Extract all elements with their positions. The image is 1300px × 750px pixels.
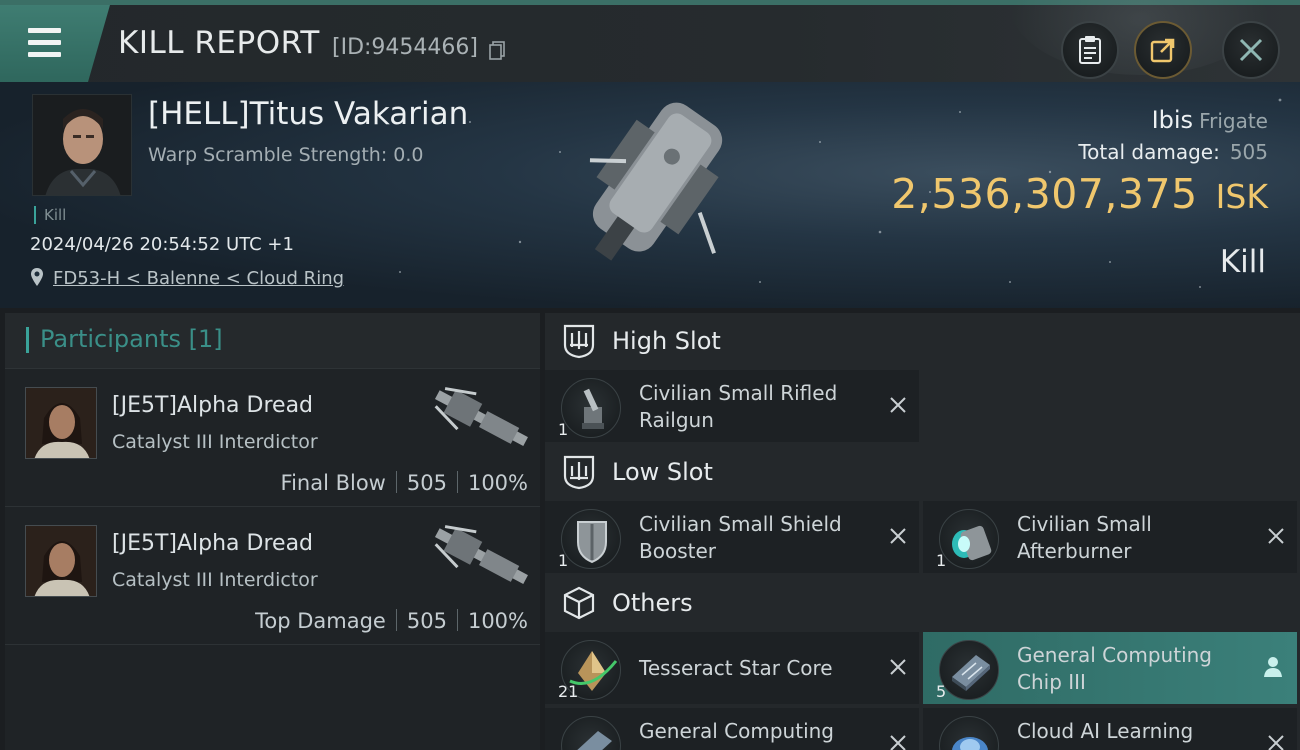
destroyed-x-icon <box>890 528 906 544</box>
menu-button[interactable] <box>0 5 110 82</box>
module-item[interactable]: 1 Civilian Small Rifled Railgun <box>545 370 919 442</box>
cube-icon <box>563 586 595 620</box>
warp-scramble-text: Warp Scramble Strength: 0.0 <box>148 144 424 166</box>
victim-banner: [HELL]Titus Vakarian Warp Scramble Stren… <box>0 82 1300 308</box>
participant-name[interactable]: [JE5T]Alpha Dread <box>112 531 313 556</box>
railgun-icon <box>561 378 621 438</box>
low-slot-icon <box>563 455 595 490</box>
menu-icon <box>28 28 61 33</box>
location-link[interactable]: FD53-H < Balenne < Cloud Ring <box>53 268 344 289</box>
close-icon <box>1239 38 1263 62</box>
participant-ship-image <box>434 387 528 447</box>
person-icon <box>1264 657 1282 677</box>
participants-title: Participants [1] <box>40 325 223 353</box>
computing-chip-icon <box>561 716 621 750</box>
victim-name[interactable]: [HELL]Titus Vakarian <box>148 96 468 132</box>
cargo-item[interactable]: 21 Tesseract Star Core <box>545 632 919 704</box>
isk-unit: ISK <box>1215 177 1268 216</box>
participant-row[interactable]: [JE5T]Alpha Dread Catalyst III Interdict… <box>5 507 540 645</box>
ship-name[interactable]: Ibis <box>1152 106 1193 134</box>
shield-booster-icon <box>561 509 621 569</box>
participant-avatar <box>25 387 97 459</box>
copy-icon[interactable] <box>489 41 505 60</box>
item-name: Civilian Small Rifled Railgun <box>639 381 838 432</box>
destroyed-x-icon <box>1268 735 1284 750</box>
share-icon <box>1150 38 1175 63</box>
participant-row[interactable]: [JE5T]Alpha Dread Catalyst III Interdict… <box>5 369 540 507</box>
item-name: Tesseract Star Core <box>639 656 833 680</box>
participant-stats: Top Damage 505 100% <box>255 609 528 633</box>
item-quantity: 5 <box>936 682 947 701</box>
clipboard-button[interactable] <box>1061 21 1119 79</box>
participant-damage: 505 <box>406 471 447 495</box>
cargo-item-dropped[interactable]: 5 General Computing Chip III <box>923 632 1297 704</box>
destroyed-x-icon <box>890 659 906 675</box>
result-label: Kill <box>1219 244 1266 280</box>
participant-role: Top Damage <box>255 609 386 633</box>
item-quantity: 1 <box>558 420 569 439</box>
total-damage: Total damage: 505 <box>1078 140 1268 164</box>
participants-panel: Participants [1] [JE5T]Alpha Dread Catal… <box>5 313 540 750</box>
participant-avatar <box>25 525 97 597</box>
low-slot-title: Low Slot <box>612 458 713 486</box>
high-slot-title: High Slot <box>612 327 721 355</box>
high-slot-icon <box>563 324 595 359</box>
participant-ship: Catalyst III Interdictor <box>112 569 318 591</box>
item-name: Civilian Small Shield Booster <box>639 512 842 563</box>
participant-ship: Catalyst III Interdictor <box>112 431 318 453</box>
victim-ship-image <box>589 102 723 261</box>
avatar <box>33 95 131 195</box>
total-damage-label: Total damage: <box>1078 140 1220 164</box>
participant-ship-image <box>434 525 528 585</box>
afterburner-icon <box>939 509 999 569</box>
module-item[interactable]: 1 Civilian Small Shield Booster <box>545 501 919 573</box>
total-damage-value: 505 <box>1229 140 1268 164</box>
item-name: General Computing <box>639 719 834 743</box>
module-item[interactable]: 1 Civilian Small Afterburner <box>923 501 1297 573</box>
item-name: Cloud AI Learning <box>1017 719 1194 743</box>
title-bar: KILL REPORT [ID:9454466] <box>0 0 1300 82</box>
destroyed-x-icon <box>890 735 906 750</box>
participant-percent: 100% <box>467 471 528 495</box>
location-pin-icon <box>31 268 43 286</box>
others-title: Others <box>612 589 693 617</box>
cargo-item[interactable]: Cloud AI Learning <box>923 708 1297 750</box>
kill-datetime: 2024/04/26 20:54:52 UTC +1 <box>30 234 294 255</box>
kill-tag: Kill <box>34 206 66 224</box>
participant-name[interactable]: [JE5T]Alpha Dread <box>112 393 313 418</box>
computing-chip-icon <box>939 640 999 700</box>
close-button[interactable] <box>1222 21 1280 79</box>
low-slot-header: Low Slot <box>545 444 1300 501</box>
isk-value: 2,536,307,375 <box>891 170 1198 218</box>
participant-stats: Final Blow 505 100% <box>281 471 528 495</box>
share-button[interactable] <box>1134 21 1192 79</box>
fitting-panel: High Slot 1 Civilian Small Rifled Railgu… <box>545 313 1300 750</box>
destroyed-x-icon <box>890 397 906 413</box>
cargo-item[interactable]: General Computing <box>545 708 919 750</box>
isk-value-line: 2,536,307,375 ISK <box>891 170 1268 218</box>
participants-header: Participants [1] <box>5 313 540 369</box>
others-header: Others <box>545 575 1300 632</box>
participant-damage: 505 <box>406 609 447 633</box>
victim-portrait[interactable] <box>32 94 132 196</box>
ai-learning-icon <box>939 716 999 750</box>
high-slot-header: High Slot <box>545 313 1300 370</box>
avatar <box>26 388 96 458</box>
item-quantity: 1 <box>558 551 569 570</box>
ship-info: Ibis Frigate <box>1152 106 1268 134</box>
ship-class: Frigate <box>1199 109 1268 133</box>
item-name: Civilian Small Afterburner <box>1017 512 1152 563</box>
avatar <box>26 526 96 596</box>
participant-percent: 100% <box>467 609 528 633</box>
participant-role: Final Blow <box>280 471 386 495</box>
report-id: [ID:9454466] <box>332 35 478 60</box>
item-quantity: 1 <box>936 551 947 570</box>
item-quantity: 21 <box>558 682 579 701</box>
destroyed-x-icon <box>1268 528 1284 544</box>
page-title: KILL REPORT <box>118 25 320 61</box>
clipboard-icon <box>1079 36 1101 64</box>
item-name: General Computing Chip III <box>1017 643 1212 694</box>
